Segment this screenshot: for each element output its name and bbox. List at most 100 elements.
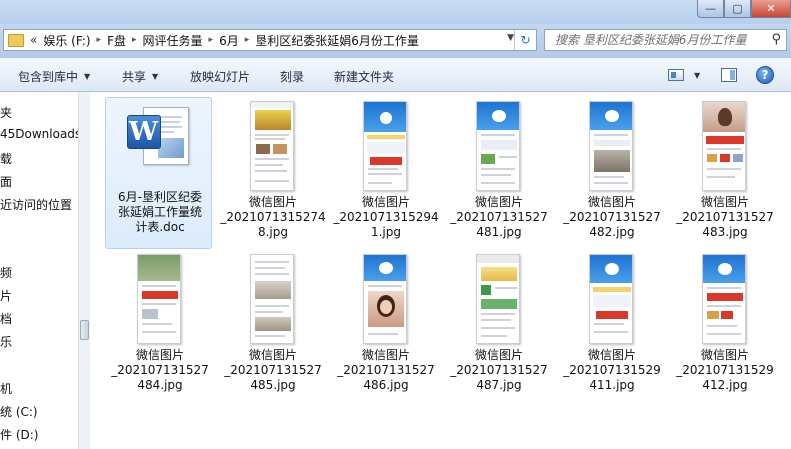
view-icon	[668, 69, 684, 81]
nav-scrollbar-thumb[interactable]	[80, 320, 89, 340]
chevron-down-icon[interactable]: ▼	[694, 71, 700, 80]
file-item-jpg[interactable]: 微信图片 _202107131529 412.jpg	[670, 250, 780, 393]
nav-item-favorites[interactable]: 夹	[0, 104, 12, 121]
file-item-doc[interactable]: W 6月-垦利区纪委 张延娟工作量统 计表.doc	[105, 97, 215, 249]
file-name-line: 微信图片	[474, 195, 523, 209]
nav-item-download[interactable]: 载	[0, 150, 12, 167]
file-name-line: 微信图片	[135, 348, 184, 362]
nav-item-drive-d[interactable]: 件 (D:)	[0, 426, 38, 443]
breadcrumb-separator[interactable]: ▸	[97, 35, 102, 45]
file-name-line: _202107131527	[337, 363, 435, 377]
file-name-line: 微信图片	[361, 348, 410, 362]
search-icon[interactable]: ⚲	[771, 32, 781, 47]
nav-item-drive-c[interactable]: 统 (C:)	[0, 403, 38, 420]
address-dropdown-icon[interactable]: ▼	[507, 33, 514, 43]
image-thumbnail	[444, 97, 554, 195]
image-thumbnail	[218, 250, 328, 348]
file-item-jpg[interactable]: 微信图片 _202107131527 483.jpg	[670, 97, 780, 240]
file-name-line: _202107131527	[676, 210, 774, 224]
breadcrumb-june[interactable]: 6月	[219, 32, 239, 49]
file-item-jpg[interactable]: 微信图片 _202107131527 486.jpg	[331, 250, 441, 393]
window-controls: — ▢ ✕	[697, 0, 791, 18]
nav-item-pictures[interactable]: 片	[0, 287, 12, 304]
file-name-line: 6月-垦利区纪委	[118, 190, 202, 204]
breadcrumb-separator[interactable]: ▸	[132, 35, 137, 45]
command-bar: 包含到库中 ▼ 共享 ▼ 放映幻灯片 刻录 新建文件夹 ▼ ?	[0, 58, 791, 92]
file-thumbnail: W	[107, 97, 214, 189]
slideshow-button[interactable]: 放映幻灯片	[190, 68, 250, 85]
file-name-line: 484.jpg	[137, 378, 183, 392]
image-thumbnail	[331, 97, 441, 195]
breadcrumb-fdisk[interactable]: F盘	[107, 32, 126, 49]
maximize-button[interactable]: ▢	[724, 0, 751, 18]
title-bar: — ▢ ✕	[0, 0, 791, 24]
file-list: W 6月-垦利区纪委 张延娟工作量统 计表.doc 微信图片 _20210713…	[91, 92, 791, 449]
help-icon: ?	[756, 66, 774, 84]
file-name-line: 482.jpg	[589, 225, 635, 239]
file-name-line: _202107131529	[676, 363, 774, 377]
preview-pane-button[interactable]	[721, 66, 737, 84]
chevron-down-icon: ▼	[84, 72, 91, 81]
search-box[interactable]: ⚲	[544, 29, 787, 51]
file-name-line: _202107131527	[111, 363, 209, 377]
share-button[interactable]: 共享 ▼	[122, 68, 158, 85]
breadcrumb-overflow[interactable]: «	[30, 33, 37, 47]
include-library-label: 包含到库中	[18, 70, 79, 84]
file-name-line: 张延娟工作量统	[117, 205, 202, 219]
file-name-line: 8.jpg	[257, 225, 289, 239]
file-name-line: 微信图片	[248, 195, 297, 209]
new-folder-button[interactable]: 新建文件夹	[334, 68, 394, 85]
include-library-button[interactable]: 包含到库中 ▼	[18, 68, 90, 85]
nav-item-computer[interactable]: 机	[0, 380, 12, 397]
image-thumbnail	[557, 97, 667, 195]
file-name-line: _202107131527	[450, 363, 548, 377]
nav-item-desktop[interactable]: 面	[0, 173, 12, 190]
file-name-line: 411.jpg	[589, 378, 635, 392]
image-thumbnail	[670, 97, 780, 195]
nav-item-downloads[interactable]: 45Downloads	[0, 127, 78, 141]
change-view-button[interactable]: ▼	[668, 66, 700, 84]
file-name-line: 412.jpg	[702, 378, 748, 392]
search-input[interactable]	[545, 30, 760, 50]
file-name-line: 1.jpg	[370, 225, 402, 239]
file-name-line: _2021071315294	[333, 210, 439, 224]
file-name-line: 微信图片	[700, 348, 749, 362]
file-item-jpg[interactable]: 微信图片 _2021071315274 8.jpg	[218, 97, 328, 240]
file-item-jpg[interactable]: 微信图片 _2021071315294 1.jpg	[331, 97, 441, 240]
file-name-line: 计表.doc	[135, 220, 185, 234]
burn-button[interactable]: 刻录	[280, 68, 304, 85]
file-item-jpg[interactable]: 微信图片 _202107131529 411.jpg	[557, 250, 667, 393]
help-button[interactable]: ?	[756, 66, 774, 84]
breadcrumb-separator[interactable]: ▸	[209, 35, 214, 45]
nav-item-documents[interactable]: 档	[0, 310, 12, 327]
close-button[interactable]: ✕	[751, 0, 791, 18]
image-thumbnail	[331, 250, 441, 348]
breadcrumb-current[interactable]: 垦利区纪委张延娟6月份工作量	[255, 32, 419, 49]
nav-item-videos[interactable]: 频	[0, 264, 12, 281]
file-name-line: _202107131529	[563, 363, 661, 377]
file-name-line: 485.jpg	[250, 378, 296, 392]
file-item-jpg[interactable]: 微信图片 _202107131527 482.jpg	[557, 97, 667, 240]
file-item-jpg[interactable]: 微信图片 _202107131527 484.jpg	[105, 250, 215, 393]
file-name-line: _202107131527	[224, 363, 322, 377]
nav-item-music[interactable]: 乐	[0, 333, 12, 350]
image-thumbnail	[105, 250, 215, 348]
breadcrumb-drive[interactable]: 娱乐 (F:)	[43, 32, 90, 49]
folder-icon	[8, 33, 24, 47]
file-item-jpg[interactable]: 微信图片 _202107131527 485.jpg	[218, 250, 328, 393]
image-thumbnail	[218, 97, 328, 195]
address-bar[interactable]: « 娱乐 (F:) ▸ F盘 ▸ 网评任务量 ▸ 6月 ▸ 垦利区纪委张延娟6月…	[3, 29, 537, 51]
refresh-icon[interactable]: ↻	[514, 30, 536, 50]
nav-item-recent-places[interactable]: 近访问的位置	[0, 196, 72, 213]
file-name-line: 微信图片	[587, 348, 636, 362]
minimize-button[interactable]: —	[697, 0, 724, 18]
file-item-jpg[interactable]: 微信图片 _202107131527 487.jpg	[444, 250, 554, 393]
file-name-line: _202107131527	[450, 210, 548, 224]
file-name-line: 微信图片	[474, 348, 523, 362]
breadcrumb-separator[interactable]: ▸	[245, 35, 250, 45]
nav-scrollbar[interactable]	[78, 92, 90, 449]
file-name-line: 微信图片	[587, 195, 636, 209]
file-name-line: 486.jpg	[363, 378, 409, 392]
breadcrumb-task-folder[interactable]: 网评任务量	[143, 32, 203, 49]
file-item-jpg[interactable]: 微信图片 _202107131527 481.jpg	[444, 97, 554, 240]
